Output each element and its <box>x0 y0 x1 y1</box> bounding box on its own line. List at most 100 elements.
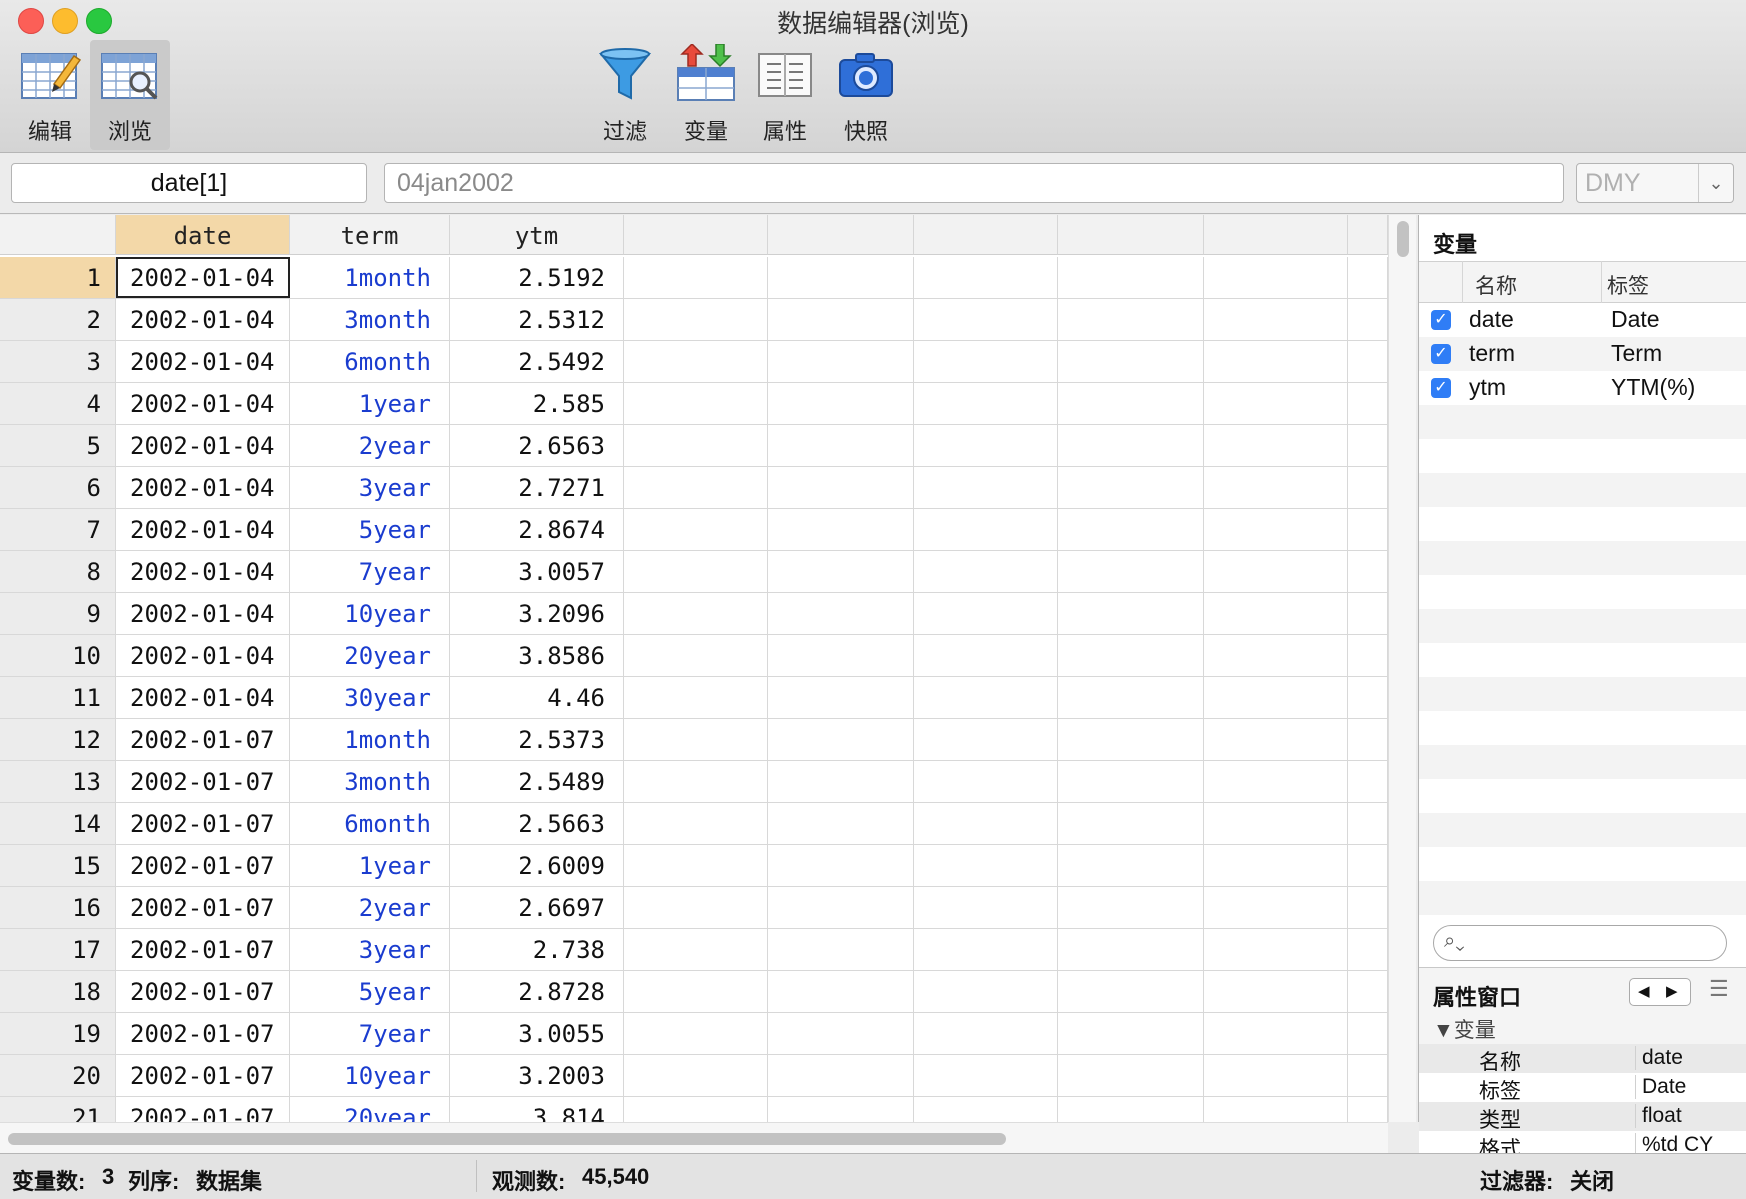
variables-button[interactable]: 变量 <box>670 40 742 150</box>
date-cell[interactable]: 2002-01-07 <box>116 1013 290 1054</box>
empty-cell[interactable] <box>1204 1097 1348 1122</box>
browse-mode-button[interactable]: 浏览 <box>90 40 170 150</box>
empty-cell[interactable] <box>1348 341 1388 382</box>
property-row[interactable]: 类型 float <box>1419 1102 1746 1132</box>
date-cell[interactable]: 2002-01-07 <box>116 845 290 886</box>
ytm-cell[interactable]: 2.5312 <box>450 299 624 340</box>
empty-cell[interactable] <box>768 677 914 718</box>
variable-row[interactable]: ✓ term Term <box>1419 337 1746 371</box>
date-cell[interactable]: 2002-01-04 <box>116 509 290 550</box>
empty-cell[interactable] <box>768 1097 914 1122</box>
column-header-empty[interactable] <box>1204 215 1348 255</box>
empty-cell[interactable] <box>914 509 1058 550</box>
term-cell[interactable]: 7year <box>290 1013 450 1054</box>
empty-cell[interactable] <box>914 971 1058 1012</box>
term-cell[interactable]: 1year <box>290 383 450 424</box>
column-header-ytm[interactable]: ytm <box>450 215 624 255</box>
empty-cell[interactable] <box>914 593 1058 634</box>
empty-cell[interactable] <box>1348 425 1388 466</box>
empty-cell[interactable] <box>1058 719 1204 760</box>
empty-cell[interactable] <box>768 1013 914 1054</box>
column-header-empty[interactable] <box>768 215 914 255</box>
row-number[interactable]: 11 <box>0 677 116 718</box>
empty-cell[interactable] <box>768 257 914 298</box>
horizontal-scroll-thumb[interactable] <box>8 1133 1006 1145</box>
empty-cell[interactable] <box>1348 635 1388 676</box>
term-cell[interactable]: 7year <box>290 551 450 592</box>
vertical-scroll-thumb[interactable] <box>1397 221 1409 257</box>
empty-cell[interactable] <box>1204 593 1348 634</box>
empty-cell[interactable] <box>914 341 1058 382</box>
empty-cell[interactable] <box>1204 425 1348 466</box>
term-cell[interactable]: 2year <box>290 887 450 928</box>
term-cell[interactable]: 6month <box>290 803 450 844</box>
visible-checkbox[interactable]: ✓ <box>1431 378 1451 398</box>
empty-cell[interactable] <box>1058 467 1204 508</box>
empty-cell[interactable] <box>1058 761 1204 802</box>
empty-cell[interactable] <box>624 845 768 886</box>
date-cell[interactable]: 2002-01-04 <box>116 425 290 466</box>
term-cell[interactable]: 1month <box>290 257 450 298</box>
empty-cell[interactable] <box>914 1013 1058 1054</box>
ytm-cell[interactable]: 2.5489 <box>450 761 624 802</box>
properties-section-header[interactable]: ▼变量 <box>1433 1014 1496 1044</box>
empty-cell[interactable] <box>1204 677 1348 718</box>
empty-cell[interactable] <box>768 467 914 508</box>
empty-cell[interactable] <box>768 887 914 928</box>
empty-cell[interactable] <box>1204 509 1348 550</box>
row-number[interactable]: 12 <box>0 719 116 760</box>
row-number[interactable]: 8 <box>0 551 116 592</box>
row-number[interactable]: 14 <box>0 803 116 844</box>
empty-cell[interactable] <box>1348 551 1388 592</box>
empty-cell[interactable] <box>914 719 1058 760</box>
term-cell[interactable]: 20year <box>290 1097 450 1122</box>
empty-cell[interactable] <box>624 509 768 550</box>
empty-cell[interactable] <box>1348 509 1388 550</box>
ytm-cell[interactable]: 2.5192 <box>450 257 624 298</box>
date-cell[interactable]: 2002-01-07 <box>116 803 290 844</box>
empty-cell[interactable] <box>914 299 1058 340</box>
empty-cell[interactable] <box>624 677 768 718</box>
empty-cell[interactable] <box>1058 299 1204 340</box>
date-cell[interactable]: 2002-01-04 <box>116 467 290 508</box>
empty-cell[interactable] <box>1204 887 1348 928</box>
empty-cell[interactable] <box>1204 551 1348 592</box>
term-cell[interactable]: 5year <box>290 509 450 550</box>
empty-cell[interactable] <box>1348 887 1388 928</box>
ytm-cell[interactable]: 3.8586 <box>450 635 624 676</box>
empty-cell[interactable] <box>1058 1055 1204 1096</box>
empty-cell[interactable] <box>914 1097 1058 1122</box>
empty-cell[interactable] <box>1058 845 1204 886</box>
empty-cell[interactable] <box>624 1055 768 1096</box>
empty-cell[interactable] <box>1348 299 1388 340</box>
variable-row[interactable]: ✓ date Date <box>1419 303 1746 337</box>
empty-cell[interactable] <box>914 677 1058 718</box>
ytm-cell[interactable]: 2.8728 <box>450 971 624 1012</box>
empty-cell[interactable] <box>624 257 768 298</box>
empty-cell[interactable] <box>1204 467 1348 508</box>
row-number[interactable]: 13 <box>0 761 116 802</box>
empty-cell[interactable] <box>768 845 914 886</box>
empty-cell[interactable] <box>768 719 914 760</box>
column-header-term[interactable]: term <box>290 215 450 255</box>
name-column-header[interactable]: 名称 <box>1475 270 1517 300</box>
empty-cell[interactable] <box>1204 761 1348 802</box>
empty-cell[interactable] <box>1348 1055 1388 1096</box>
row-number[interactable]: 6 <box>0 467 116 508</box>
empty-cell[interactable] <box>1058 635 1204 676</box>
row-number[interactable]: 7 <box>0 509 116 550</box>
empty-cell[interactable] <box>1204 719 1348 760</box>
empty-cell[interactable] <box>1204 341 1348 382</box>
empty-cell[interactable] <box>624 1097 768 1122</box>
row-number[interactable]: 3 <box>0 341 116 382</box>
row-number[interactable]: 1 <box>0 257 116 298</box>
ytm-cell[interactable]: 2.8674 <box>450 509 624 550</box>
column-header-empty[interactable] <box>624 215 768 255</box>
empty-cell[interactable] <box>914 551 1058 592</box>
empty-cell[interactable] <box>914 845 1058 886</box>
snapshot-button[interactable]: 快照 <box>830 40 902 150</box>
empty-cell[interactable] <box>914 929 1058 970</box>
date-cell[interactable]: 2002-01-04 <box>116 299 290 340</box>
date-cell[interactable]: 2002-01-04 <box>116 677 290 718</box>
empty-cell[interactable] <box>768 593 914 634</box>
